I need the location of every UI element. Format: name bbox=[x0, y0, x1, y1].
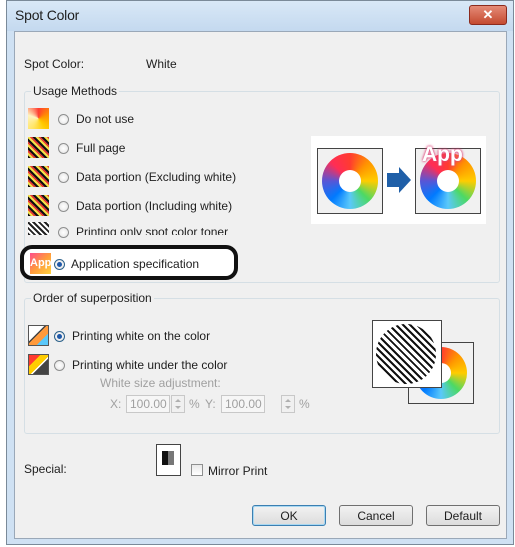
option-label-full-page: Full page bbox=[76, 141, 126, 155]
x-size-input[interactable]: 100.00 bbox=[126, 395, 170, 413]
option-label-application-specification: Application specification bbox=[71, 257, 200, 271]
spot-color-value: White bbox=[146, 57, 177, 71]
color-ring-icon bbox=[322, 153, 378, 209]
superposition-preview bbox=[370, 320, 474, 404]
radio-application-specification[interactable] bbox=[54, 259, 65, 270]
application-specification-highlight: App Application specification bbox=[20, 245, 238, 280]
superposition-title: Order of superposition bbox=[31, 291, 154, 305]
superposition-group: Order of superposition Printing white on… bbox=[24, 291, 500, 434]
white-on-color-icon bbox=[28, 325, 49, 346]
radio-white-under-color[interactable] bbox=[54, 360, 65, 371]
preview-app-text: App bbox=[422, 143, 463, 166]
mirror-print-label: Mirror Print bbox=[208, 464, 268, 478]
y-size-spinner[interactable] bbox=[281, 395, 295, 413]
usage-methods-title: Usage Methods bbox=[31, 84, 120, 98]
preview-source-tile bbox=[317, 148, 383, 214]
radio-full-page[interactable] bbox=[58, 143, 69, 154]
close-icon: ✕ bbox=[482, 7, 494, 22]
close-button[interactable]: ✕ bbox=[469, 5, 507, 25]
x-size-spinner[interactable] bbox=[171, 395, 185, 413]
mirror-print-checkbox[interactable] bbox=[191, 464, 203, 476]
window-title: Spot Color bbox=[15, 7, 80, 23]
spot-color-dialog: Spot Color ✕ Spot Color: White Usage Met… bbox=[6, 0, 514, 545]
option-label-printing-only-spot-color-toner: Printing only spot color toner bbox=[76, 225, 229, 235]
dialog-client-area: Spot Color: White Usage Methods Do not u… bbox=[14, 31, 507, 539]
radio-data-portion-including-white[interactable] bbox=[58, 201, 69, 212]
option-label-white-under-color: Printing white under the color bbox=[72, 358, 228, 372]
ok-button[interactable]: OK bbox=[252, 505, 326, 526]
x-label: X: bbox=[110, 397, 122, 411]
hatched-icon bbox=[28, 222, 49, 235]
arrow-right-icon bbox=[387, 173, 399, 187]
preview-white-tile bbox=[372, 320, 442, 388]
preview-result-tile: App bbox=[415, 143, 481, 214]
radio-printing-only-spot-color-toner[interactable] bbox=[58, 227, 69, 238]
default-button[interactable]: Default bbox=[426, 505, 500, 526]
hatched-color-icon bbox=[28, 137, 49, 158]
special-label: Special: bbox=[24, 462, 67, 476]
white-size-adjustment-label: White size adjustment: bbox=[100, 376, 221, 390]
mirror-print-icon bbox=[156, 444, 181, 476]
y-size-input[interactable]: 100.00 bbox=[221, 395, 265, 413]
gradient-icon bbox=[28, 108, 49, 129]
hatched-circle-icon bbox=[376, 324, 436, 384]
radio-white-on-color[interactable] bbox=[54, 331, 65, 342]
option-label-do-not-use: Do not use bbox=[76, 112, 135, 126]
usage-preview: App bbox=[311, 136, 486, 224]
radio-data-portion-excluding-white[interactable] bbox=[58, 172, 69, 183]
hatched-color-icon bbox=[28, 166, 49, 187]
cancel-button[interactable]: Cancel bbox=[339, 505, 413, 526]
x-unit: % bbox=[189, 397, 200, 411]
app-icon: App bbox=[30, 253, 51, 274]
y-unit: % bbox=[299, 397, 310, 411]
arrow-head-icon bbox=[399, 167, 411, 193]
option-label-white-on-color: Printing white on the color bbox=[72, 329, 211, 343]
hatched-color-icon bbox=[28, 195, 49, 216]
white-under-color-icon bbox=[28, 354, 49, 375]
title-bar[interactable]: Spot Color ✕ bbox=[7, 1, 513, 31]
option-label-data-portion-excluding-white: Data portion (Excluding white) bbox=[76, 170, 237, 184]
option-label-data-portion-including-white: Data portion (Including white) bbox=[76, 199, 233, 213]
y-label: Y: bbox=[205, 397, 216, 411]
radio-do-not-use[interactable] bbox=[58, 114, 69, 125]
spot-color-label: Spot Color: bbox=[24, 57, 85, 71]
